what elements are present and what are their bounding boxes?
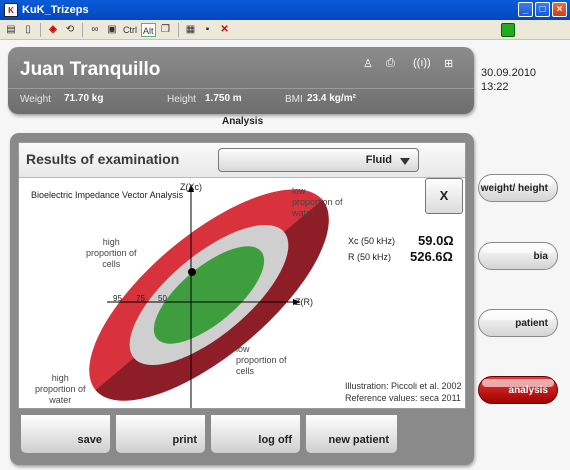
save-icon[interactable]: ▪ bbox=[201, 23, 215, 37]
app-icon: K bbox=[4, 3, 18, 17]
chart-title: Bioelectric Impedance Vector Analysis bbox=[31, 190, 184, 200]
annotation-low-cells: low proportion of cells bbox=[236, 344, 287, 376]
network-icon: ⊞ bbox=[444, 58, 454, 70]
measurement-point bbox=[188, 268, 196, 276]
credit-illustration: Illustration: Piccoli et al. 2002 bbox=[345, 381, 462, 391]
title-bar: K KuK_Trizeps _ □ × bbox=[0, 0, 570, 20]
alt-key-button[interactable]: Alt bbox=[141, 22, 156, 37]
annotation-high-cells: high proportion of cells bbox=[86, 237, 137, 269]
time: 13:22 bbox=[481, 81, 509, 93]
settings-icon[interactable]: ▤ bbox=[4, 23, 18, 37]
side-patient-label: patient bbox=[515, 318, 548, 329]
percentile-75: 75 bbox=[136, 294, 145, 303]
save-button-label: save bbox=[77, 434, 102, 446]
date: 30.09.2010 bbox=[481, 67, 537, 79]
patient-name: Juan Tranquillo bbox=[20, 59, 161, 80]
bmi-label: BMI bbox=[285, 94, 303, 105]
new-patient-button[interactable]: new patient bbox=[305, 414, 398, 454]
height-value: 1.750 m bbox=[205, 93, 242, 104]
user-icon: ♙ bbox=[363, 58, 373, 70]
y-axis-label: Z(Xc) bbox=[180, 182, 202, 192]
print-button[interactable]: print bbox=[115, 414, 206, 454]
bmi-value: 23.4 kg/m² bbox=[307, 93, 356, 104]
xc-value: 59.0Ω bbox=[418, 233, 454, 248]
target-icon[interactable]: ◈ bbox=[46, 23, 60, 37]
printer-icon: ⎙ bbox=[386, 57, 395, 69]
toolbar-divider bbox=[40, 22, 41, 37]
r-value: 526.6Ω bbox=[410, 249, 453, 264]
keyboard-icon[interactable]: ▣ bbox=[105, 23, 119, 37]
toolbar-divider bbox=[177, 22, 179, 37]
close-window-button[interactable]: × bbox=[552, 2, 567, 17]
link-icon[interactable]: ∞ bbox=[88, 23, 102, 37]
side-weight-height-button[interactable]: weight/ height bbox=[478, 174, 558, 202]
weight-label: Weight bbox=[20, 94, 51, 105]
results-header: Results of examination Fluid bbox=[19, 143, 465, 178]
copy-icon[interactable]: ❐ bbox=[159, 23, 173, 37]
chevron-down-icon bbox=[400, 158, 410, 165]
side-analysis-label: analysis bbox=[508, 385, 548, 396]
credit-reference: Reference values: seca 2011 bbox=[345, 393, 461, 403]
wireless-icon: ((ı)) bbox=[413, 57, 431, 69]
side-analysis-button[interactable]: analysis bbox=[478, 376, 558, 404]
height-label: Height bbox=[167, 94, 196, 105]
toolbar: ▤ ▯ ◈ ⟲ ∞ ▣ Ctrl Alt ❐ ▦ ▪ ✕ bbox=[0, 20, 570, 40]
annotation-high-water: high proportion of water bbox=[35, 373, 86, 405]
side-bia-button[interactable]: bia bbox=[478, 242, 558, 270]
toolbar-divider bbox=[82, 22, 83, 37]
paste-icon[interactable]: ▦ bbox=[184, 23, 198, 37]
percentile-50: 50 bbox=[158, 294, 167, 303]
xc-label: Xc (50 kHz) bbox=[348, 236, 396, 246]
print-button-label: print bbox=[172, 434, 197, 446]
dropdown-value: Fluid bbox=[365, 154, 392, 166]
section-title: Analysis bbox=[222, 116, 264, 127]
r-label: R (50 kHz) bbox=[348, 252, 392, 262]
patient-header: Juan Tranquillo ♙ ⎙ ((ı)) ⊞ Weight 71.70… bbox=[8, 47, 474, 114]
document-icon[interactable]: ▯ bbox=[21, 23, 35, 37]
side-bia-label: bia bbox=[533, 251, 548, 262]
close-results-button[interactable]: X bbox=[425, 178, 463, 214]
annotation-low-water: low proportion of water bbox=[292, 186, 343, 218]
analysis-type-dropdown[interactable]: Fluid bbox=[218, 148, 419, 172]
delete-icon[interactable]: ✕ bbox=[218, 23, 232, 37]
x-axis-label: Z(R) bbox=[295, 297, 313, 307]
percentile-95: 95 bbox=[113, 294, 122, 303]
ctrl-key-button[interactable]: Ctrl bbox=[122, 23, 138, 37]
save-button[interactable]: save bbox=[20, 414, 111, 454]
side-patient-button[interactable]: patient bbox=[478, 309, 558, 337]
logoff-button[interactable]: log off bbox=[210, 414, 301, 454]
side-weight-height-label: weight/ height bbox=[480, 183, 548, 194]
weight-value: 71.70 kg bbox=[64, 93, 104, 104]
refresh-icon[interactable]: ⟲ bbox=[63, 23, 77, 37]
window-title: KuK_Trizeps bbox=[22, 4, 89, 16]
header-divider bbox=[8, 88, 474, 89]
network-status-icon[interactable] bbox=[501, 23, 515, 37]
maximize-button[interactable]: □ bbox=[535, 2, 550, 17]
logoff-button-label: log off bbox=[258, 434, 292, 446]
minimize-button[interactable]: _ bbox=[518, 2, 533, 17]
new-patient-button-label: new patient bbox=[328, 434, 389, 446]
results-title: Results of examination bbox=[26, 151, 180, 167]
